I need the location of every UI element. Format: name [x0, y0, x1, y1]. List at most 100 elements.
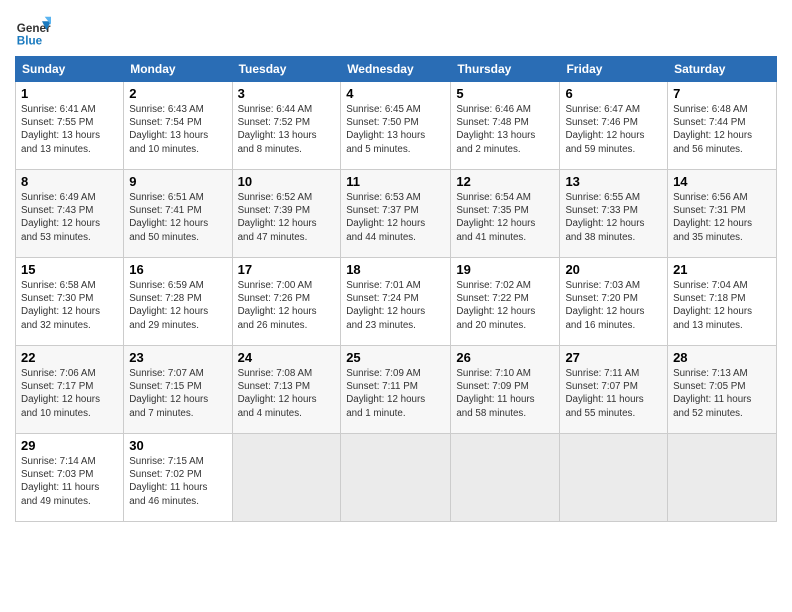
empty-cell [668, 434, 777, 522]
day-info: Sunrise: 7:06 AM Sunset: 7:17 PM Dayligh… [21, 367, 118, 420]
page-container: General Blue SundayMondayTuesdayWednesda… [0, 0, 792, 532]
day-cell-26: 26 Sunrise: 7:10 AM Sunset: 7:09 PM Dayli… [451, 346, 560, 434]
day-number: 22 [21, 350, 118, 365]
day-number: 4 [346, 86, 445, 101]
weekday-header-sunday: Sunday [16, 57, 124, 82]
empty-cell [232, 434, 341, 522]
day-number: 15 [21, 262, 118, 277]
day-info: Sunrise: 6:59 AM Sunset: 7:28 PM Dayligh… [129, 279, 226, 332]
weekday-header-monday: Monday [124, 57, 232, 82]
day-info: Sunrise: 7:13 AM Sunset: 7:05 PM Dayligh… [673, 367, 771, 420]
day-cell-20: 20 Sunrise: 7:03 AM Sunset: 7:20 PM Dayli… [560, 258, 668, 346]
empty-cell [341, 434, 451, 522]
day-info: Sunrise: 7:10 AM Sunset: 7:09 PM Dayligh… [456, 367, 554, 420]
day-info: Sunrise: 6:51 AM Sunset: 7:41 PM Dayligh… [129, 191, 226, 244]
calendar-week-1: 1 Sunrise: 6:41 AM Sunset: 7:55 PM Daylig… [16, 82, 777, 170]
day-number: 30 [129, 438, 226, 453]
day-info: Sunrise: 7:15 AM Sunset: 7:02 PM Dayligh… [129, 455, 226, 508]
day-cell-18: 18 Sunrise: 7:01 AM Sunset: 7:24 PM Dayli… [341, 258, 451, 346]
day-number: 23 [129, 350, 226, 365]
day-info: Sunrise: 7:02 AM Sunset: 7:22 PM Dayligh… [456, 279, 554, 332]
day-info: Sunrise: 6:47 AM Sunset: 7:46 PM Dayligh… [565, 103, 662, 156]
day-number: 17 [238, 262, 336, 277]
day-cell-15: 15 Sunrise: 6:58 AM Sunset: 7:30 PM Dayli… [16, 258, 124, 346]
day-cell-16: 16 Sunrise: 6:59 AM Sunset: 7:28 PM Dayli… [124, 258, 232, 346]
day-info: Sunrise: 7:09 AM Sunset: 7:11 PM Dayligh… [346, 367, 445, 420]
day-number: 29 [21, 438, 118, 453]
day-number: 2 [129, 86, 226, 101]
day-info: Sunrise: 7:07 AM Sunset: 7:15 PM Dayligh… [129, 367, 226, 420]
day-info: Sunrise: 6:45 AM Sunset: 7:50 PM Dayligh… [346, 103, 445, 156]
day-cell-12: 12Sunrise: 6:54 AM Sunset: 7:35 PM Dayli… [451, 170, 560, 258]
day-number: 27 [565, 350, 662, 365]
day-number: 11 [346, 174, 445, 189]
day-number: 20 [565, 262, 662, 277]
day-cell-25: 25 Sunrise: 7:09 AM Sunset: 7:11 PM Dayli… [341, 346, 451, 434]
day-info: Sunrise: 6:56 AM Sunset: 7:31 PM Dayligh… [673, 191, 771, 244]
day-number: 14 [673, 174, 771, 189]
day-cell-28: 28 Sunrise: 7:13 AM Sunset: 7:05 PM Dayli… [668, 346, 777, 434]
day-info: Sunrise: 6:53 AM Sunset: 7:37 PM Dayligh… [346, 191, 445, 244]
day-info: Sunrise: 6:52 AM Sunset: 7:39 PM Dayligh… [238, 191, 336, 244]
day-number: 1 [21, 86, 118, 101]
day-cell-1: 1 Sunrise: 6:41 AM Sunset: 7:55 PM Daylig… [16, 82, 124, 170]
day-cell-30: 30 Sunrise: 7:15 AM Sunset: 7:02 PM Dayli… [124, 434, 232, 522]
day-cell-22: 22 Sunrise: 7:06 AM Sunset: 7:17 PM Dayli… [16, 346, 124, 434]
weekday-header-wednesday: Wednesday [341, 57, 451, 82]
day-cell-10: 10 Sunrise: 6:52 AM Sunset: 7:39 PM Dayli… [232, 170, 341, 258]
day-info: Sunrise: 6:55 AM Sunset: 7:33 PM Dayligh… [565, 191, 662, 244]
day-number: 25 [346, 350, 445, 365]
svg-text:Blue: Blue [17, 35, 43, 48]
calendar-week-4: 22 Sunrise: 7:06 AM Sunset: 7:17 PM Dayli… [16, 346, 777, 434]
day-info: Sunrise: 6:48 AM Sunset: 7:44 PM Dayligh… [673, 103, 771, 156]
calendar-week-5: 29 Sunrise: 7:14 AM Sunset: 7:03 PM Dayli… [16, 434, 777, 522]
day-info: Sunrise: 6:44 AM Sunset: 7:52 PM Dayligh… [238, 103, 336, 156]
day-info: Sunrise: 7:01 AM Sunset: 7:24 PM Dayligh… [346, 279, 445, 332]
day-info: Sunrise: 6:49 AM Sunset: 7:43 PM Dayligh… [21, 191, 118, 244]
day-info: Sunrise: 6:43 AM Sunset: 7:54 PM Dayligh… [129, 103, 226, 156]
weekday-header-thursday: Thursday [451, 57, 560, 82]
calendar-week-3: 15 Sunrise: 6:58 AM Sunset: 7:30 PM Dayli… [16, 258, 777, 346]
day-number: 19 [456, 262, 554, 277]
weekday-header-row: SundayMondayTuesdayWednesdayThursdayFrid… [16, 57, 777, 82]
day-info: Sunrise: 7:14 AM Sunset: 7:03 PM Dayligh… [21, 455, 118, 508]
day-info: Sunrise: 7:03 AM Sunset: 7:20 PM Dayligh… [565, 279, 662, 332]
logo: General Blue [15, 14, 51, 50]
day-number: 7 [673, 86, 771, 101]
day-cell-14: 14 Sunrise: 6:56 AM Sunset: 7:31 PM Dayli… [668, 170, 777, 258]
day-cell-27: 27 Sunrise: 7:11 AM Sunset: 7:07 PM Dayli… [560, 346, 668, 434]
day-number: 16 [129, 262, 226, 277]
day-cell-11: 11 Sunrise: 6:53 AM Sunset: 7:37 PM Dayli… [341, 170, 451, 258]
day-info: Sunrise: 6:58 AM Sunset: 7:30 PM Dayligh… [21, 279, 118, 332]
day-cell-2: 2 Sunrise: 6:43 AM Sunset: 7:54 PM Daylig… [124, 82, 232, 170]
day-cell-9: 9 Sunrise: 6:51 AM Sunset: 7:41 PM Daylig… [124, 170, 232, 258]
header: General Blue [15, 10, 777, 50]
day-info: Sunrise: 6:41 AM Sunset: 7:55 PM Dayligh… [21, 103, 118, 156]
calendar-table: SundayMondayTuesdayWednesdayThursdayFrid… [15, 56, 777, 522]
day-info: Sunrise: 6:46 AM Sunset: 7:48 PM Dayligh… [456, 103, 554, 156]
day-cell-17: 17Sunrise: 7:00 AM Sunset: 7:26 PM Dayli… [232, 258, 341, 346]
day-number: 5 [456, 86, 554, 101]
empty-cell [560, 434, 668, 522]
day-cell-13: 13 Sunrise: 6:55 AM Sunset: 7:33 PM Dayli… [560, 170, 668, 258]
day-cell-7: 7 Sunrise: 6:48 AM Sunset: 7:44 PM Daylig… [668, 82, 777, 170]
weekday-header-saturday: Saturday [668, 57, 777, 82]
day-info: Sunrise: 7:08 AM Sunset: 7:13 PM Dayligh… [238, 367, 336, 420]
day-info: Sunrise: 7:11 AM Sunset: 7:07 PM Dayligh… [565, 367, 662, 420]
day-number: 8 [21, 174, 118, 189]
day-number: 6 [565, 86, 662, 101]
day-number: 9 [129, 174, 226, 189]
weekday-header-tuesday: Tuesday [232, 57, 341, 82]
day-cell-23: 23 Sunrise: 7:07 AM Sunset: 7:15 PM Dayli… [124, 346, 232, 434]
day-cell-3: 3 Sunrise: 6:44 AM Sunset: 7:52 PM Daylig… [232, 82, 341, 170]
day-cell-21: 21Sunrise: 7:04 AM Sunset: 7:18 PM Dayli… [668, 258, 777, 346]
day-number: 28 [673, 350, 771, 365]
day-number: 18 [346, 262, 445, 277]
weekday-header-friday: Friday [560, 57, 668, 82]
day-number: 10 [238, 174, 336, 189]
day-number: 26 [456, 350, 554, 365]
day-number: 3 [238, 86, 336, 101]
day-cell-24: 24 Sunrise: 7:08 AM Sunset: 7:13 PM Dayli… [232, 346, 341, 434]
day-number: 13 [565, 174, 662, 189]
day-number: 24 [238, 350, 336, 365]
